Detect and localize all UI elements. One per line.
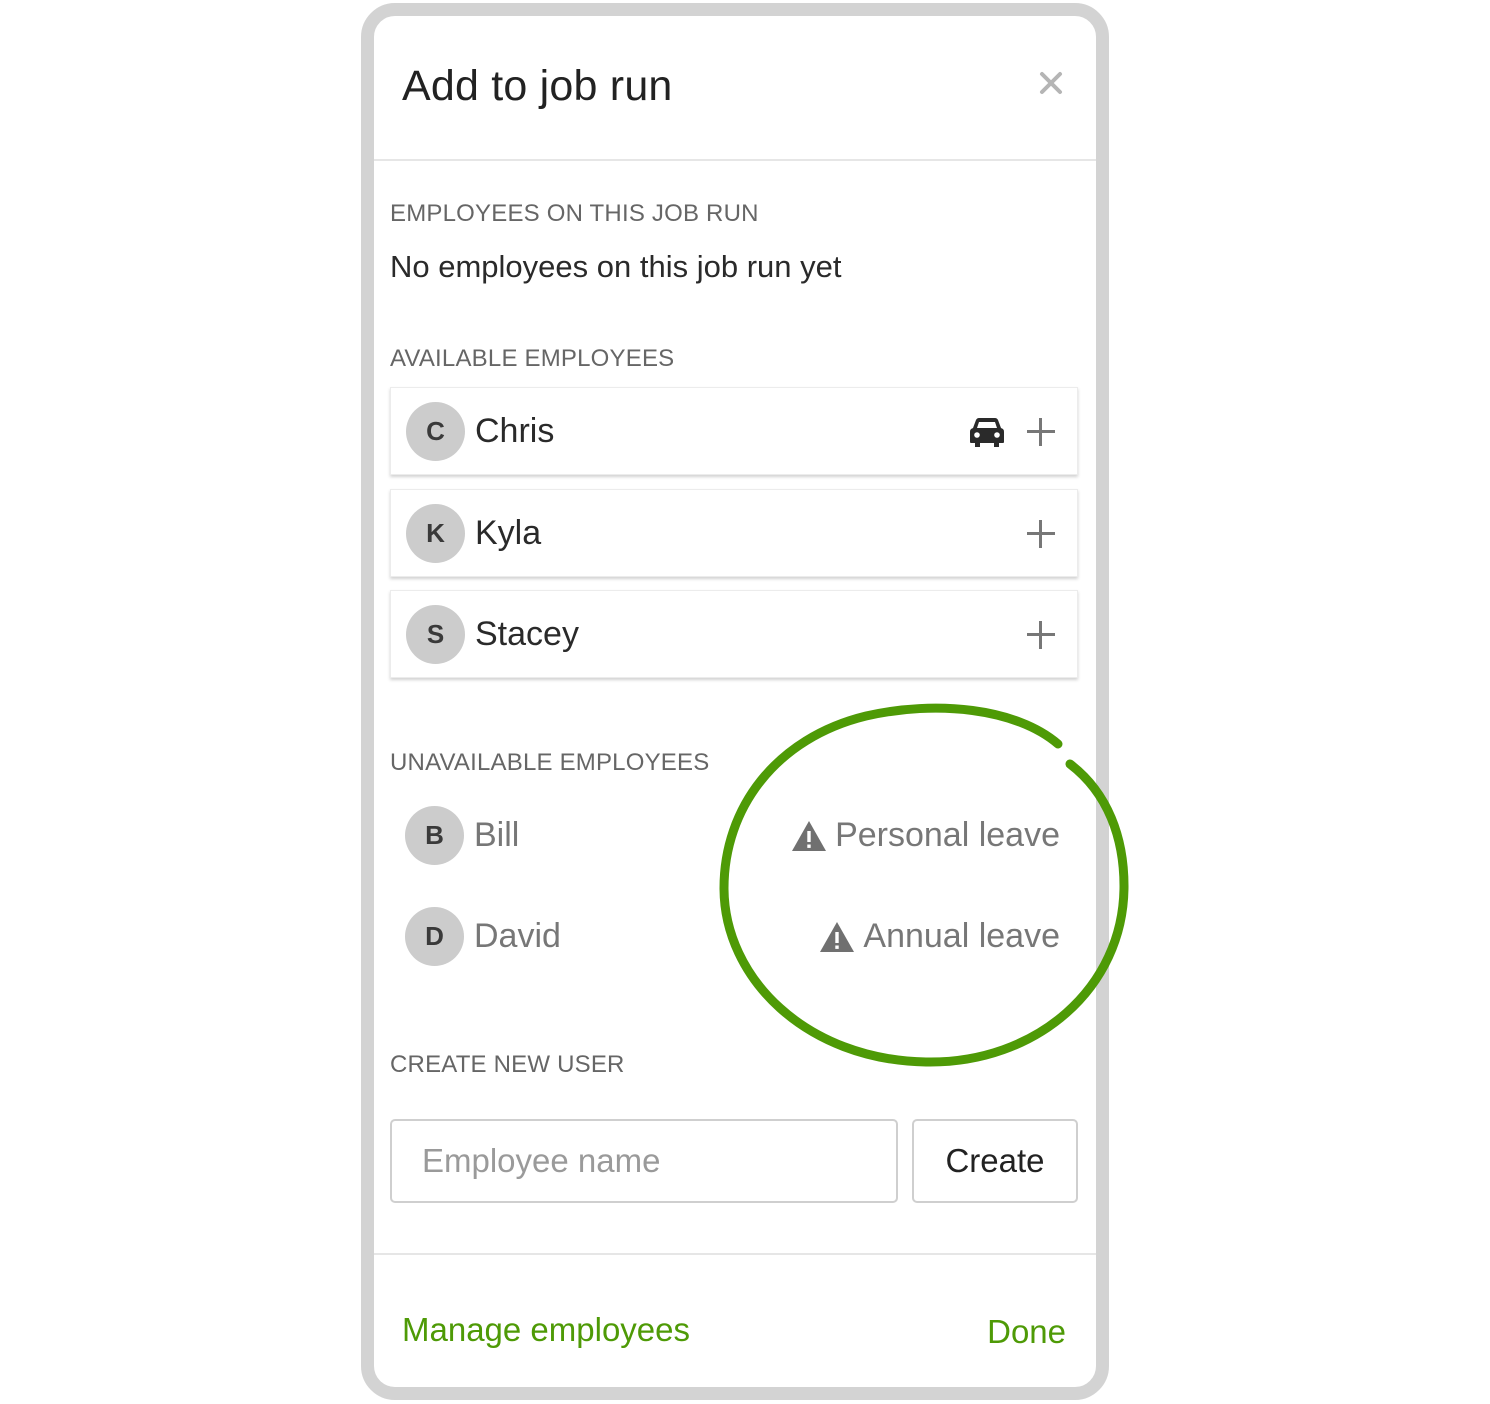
create-button[interactable]: Create	[912, 1119, 1078, 1203]
reason-text: Personal leave	[835, 816, 1060, 854]
unavailable-employee-row-david: D David Annual leave	[390, 907, 1078, 969]
warning-icon	[791, 820, 827, 852]
add-employee-button[interactable]	[1027, 418, 1055, 446]
avatar: B	[405, 806, 464, 865]
create-user-section-label: CREATE NEW USER	[390, 1051, 625, 1078]
car-icon	[969, 416, 1005, 448]
unavailable-employee-row-bill: B Bill Personal leave	[390, 806, 1078, 868]
modal-title: Add to job run	[402, 62, 673, 110]
employee-name-input[interactable]	[390, 1119, 898, 1203]
avatar: K	[406, 504, 465, 563]
on-job-run-section-label: EMPLOYEES ON THIS JOB RUN	[390, 200, 759, 227]
add-to-job-run-modal: Add to job run EMPLOYEES ON THIS JOB RUN…	[361, 3, 1109, 1400]
warning-icon	[819, 921, 855, 953]
available-employee-row-stacey[interactable]: S Stacey	[390, 590, 1078, 678]
manage-employees-link[interactable]: Manage employees	[402, 1311, 690, 1349]
employee-name: David	[474, 917, 561, 955]
add-employee-button[interactable]	[1027, 621, 1055, 649]
available-employee-row-kyla[interactable]: K Kyla	[390, 489, 1078, 577]
employee-name: Stacey	[475, 615, 579, 653]
employee-name: Kyla	[475, 514, 542, 552]
avatar: C	[406, 402, 465, 461]
reason-text: Annual leave	[863, 917, 1060, 955]
avatar: S	[406, 605, 465, 664]
add-employee-button[interactable]	[1027, 520, 1055, 548]
unavailability-reason: Annual leave	[819, 917, 1060, 956]
employee-name: Bill	[474, 816, 520, 854]
available-section-label: AVAILABLE EMPLOYEES	[390, 345, 675, 372]
modal-footer: Manage employees Done	[374, 1253, 1096, 1403]
unavailability-reason: Personal leave	[791, 816, 1060, 855]
done-button[interactable]: Done	[987, 1313, 1066, 1351]
available-employee-row-chris[interactable]: C Chris	[390, 387, 1078, 475]
unavailable-section-label: UNAVAILABLE EMPLOYEES	[390, 749, 710, 776]
empty-job-run-message: No employees on this job run yet	[390, 249, 842, 284]
modal-header: Add to job run	[374, 16, 1096, 161]
close-icon[interactable]	[1036, 68, 1066, 98]
avatar: D	[405, 907, 464, 966]
employee-name: Chris	[475, 412, 555, 450]
